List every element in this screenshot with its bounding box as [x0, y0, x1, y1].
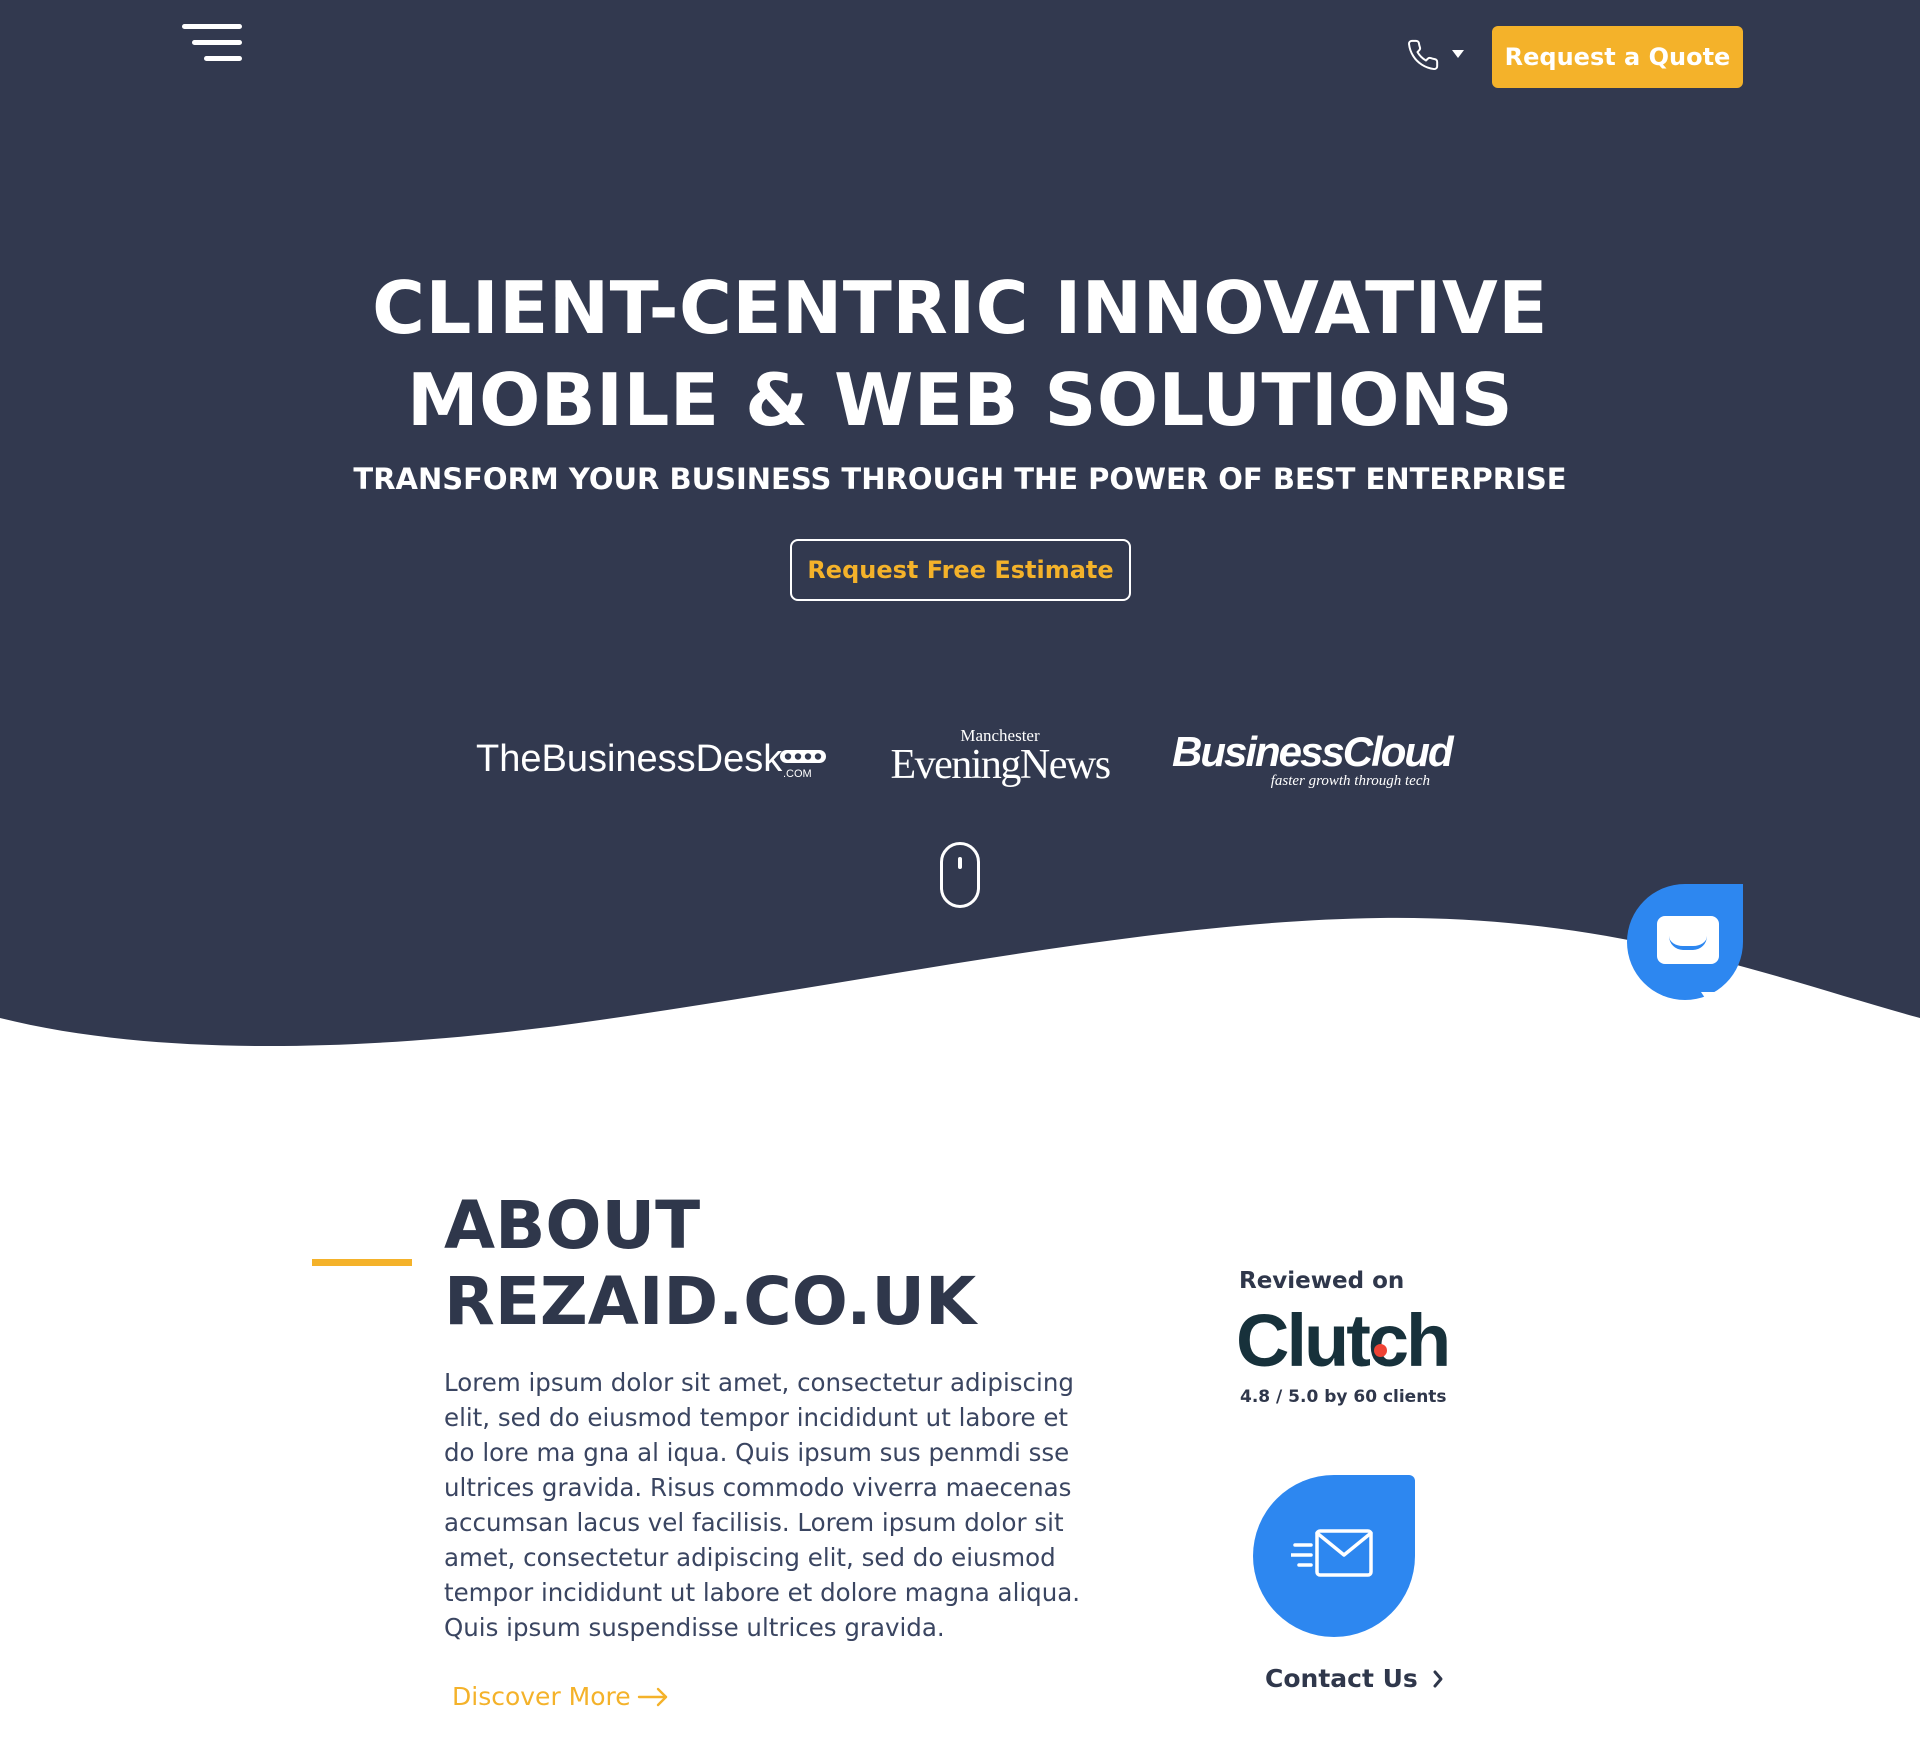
- chat-icon: [1657, 916, 1719, 1004]
- section-accent-line: [312, 1259, 412, 1266]
- speech-dots-icon: [780, 750, 826, 763]
- logo-tagline: faster growth through tech: [1270, 773, 1430, 789]
- hero-section: Request a Quote CLIENT-CENTRIC INNOVATIV…: [0, 0, 1920, 1060]
- hamburger-menu-icon[interactable]: [182, 24, 242, 64]
- about-title-line-2: REZAID.CO.UK: [444, 1263, 977, 1340]
- logo-text-com: .COM: [783, 768, 812, 780]
- reviewed-on-label: Reviewed on: [1239, 1268, 1405, 1294]
- discover-more-label: Discover More: [452, 1682, 631, 1711]
- about-title: ABOUT REZAID.CO.UK: [444, 1188, 1144, 1340]
- contact-us-link[interactable]: Contact Us: [1265, 1664, 1444, 1693]
- thebusinessdesk-logo: TheBusinessDesk .COM: [476, 738, 832, 788]
- logo-text-the: The: [476, 738, 542, 780]
- hero-subtitle: TRANSFORM YOUR BUSINESS THROUGH THE POWE…: [353, 462, 1567, 496]
- about-description: Lorem ipsum dolor sit amet, consectetur …: [444, 1368, 1081, 1642]
- logo-text-eveningnews: EveningNews: [890, 742, 1111, 788]
- phone-dropdown[interactable]: [1406, 38, 1466, 78]
- arrow-right-icon: [637, 1687, 667, 1706]
- hero-title: CLIENT-CENTRIC INNOVATIVE MOBILE & WEB S…: [260, 262, 1660, 446]
- logo-text-businessdesk: BusinessDesk: [541, 738, 783, 780]
- chevron-right-icon: [1433, 1670, 1443, 1687]
- about-title-line-1: ABOUT: [444, 1187, 701, 1264]
- businesscloud-logo: BusinessCloud faster growth through tech: [1172, 728, 1454, 790]
- contact-mail-button[interactable]: [1253, 1475, 1415, 1637]
- chevron-down-icon: [1452, 50, 1464, 58]
- request-quote-button[interactable]: Request a Quote: [1492, 26, 1743, 88]
- manchester-evening-news-logo: Manchester EveningNews: [882, 727, 1118, 787]
- contact-us-label: Contact Us: [1265, 1664, 1418, 1693]
- mail-icon: [1291, 1529, 1373, 1577]
- phone-icon: [1408, 39, 1439, 71]
- hero-title-line-2: MOBILE & WEB SOLUTIONS: [406, 358, 1514, 442]
- scroll-mouse-icon[interactable]: [940, 842, 980, 908]
- chat-widget-button[interactable]: [1627, 884, 1743, 1004]
- request-free-estimate-button[interactable]: Request Free Estimate: [790, 539, 1131, 601]
- logo-text-businesscloud: BusinessCloud: [1172, 728, 1454, 775]
- clutch-rating: 4.8 / 5.0 by 60 clients: [1240, 1387, 1447, 1407]
- hero-title-line-1: CLIENT-CENTRIC INNOVATIVE: [372, 266, 1548, 350]
- clutch-logo-dot: [1374, 1344, 1387, 1357]
- clutch-logo[interactable]: Clutch: [1236, 1298, 1451, 1382]
- discover-more-link[interactable]: Discover More: [452, 1682, 669, 1711]
